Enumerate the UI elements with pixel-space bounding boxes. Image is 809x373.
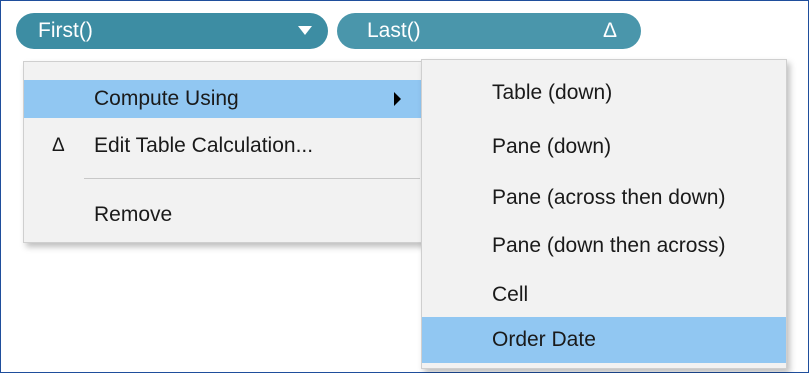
menu-item-compute-using[interactable]: Compute Using xyxy=(24,80,428,118)
menu-separator xyxy=(84,178,420,179)
submenu-item-cell[interactable]: Cell xyxy=(422,272,786,318)
first-pill-label: First() xyxy=(38,19,93,42)
last-pill-label: Last() xyxy=(367,19,421,42)
menu-item-label: Compute Using xyxy=(94,87,239,110)
last-pill[interactable]: Last() Δ xyxy=(337,13,641,49)
chevron-right-icon xyxy=(394,92,401,106)
chevron-down-icon[interactable] xyxy=(298,26,312,35)
submenu-item-table-down[interactable]: Table (down) xyxy=(422,70,786,116)
menu-item-remove[interactable]: Remove xyxy=(24,196,428,234)
menu-item-label: Remove xyxy=(94,203,173,226)
first-pill[interactable]: First() xyxy=(16,13,328,49)
submenu-item-label: Cell xyxy=(492,283,529,306)
submenu-item-label: Table (down) xyxy=(492,81,613,104)
context-menu: Compute Using Δ Edit Table Calculation..… xyxy=(23,61,429,243)
menu-item-label: Edit Table Calculation... xyxy=(94,134,314,157)
menu-item-edit-table-calculation[interactable]: Δ Edit Table Calculation... xyxy=(24,127,428,165)
submenu-item-label: Pane (down then across) xyxy=(492,234,726,257)
submenu-item-label: Pane (across then down) xyxy=(492,186,726,209)
canvas-frame: First() Last() Δ Compute Using Δ Edit Ta… xyxy=(0,0,809,373)
delta-icon: Δ xyxy=(52,135,65,156)
delta-icon: Δ xyxy=(602,19,617,42)
submenu-item-label: Pane (down) xyxy=(492,135,612,158)
compute-using-submenu: Table (down) Pane (down) Pane (across th… xyxy=(421,59,787,369)
submenu-item-pane-across-then-down[interactable]: Pane (across then down) xyxy=(422,175,786,221)
submenu-item-label: Order Date xyxy=(492,328,596,351)
submenu-item-pane-down-then-across[interactable]: Pane (down then across) xyxy=(422,223,786,269)
submenu-item-order-date[interactable]: Order Date xyxy=(422,317,786,363)
submenu-item-pane-down[interactable]: Pane (down) xyxy=(422,124,786,170)
